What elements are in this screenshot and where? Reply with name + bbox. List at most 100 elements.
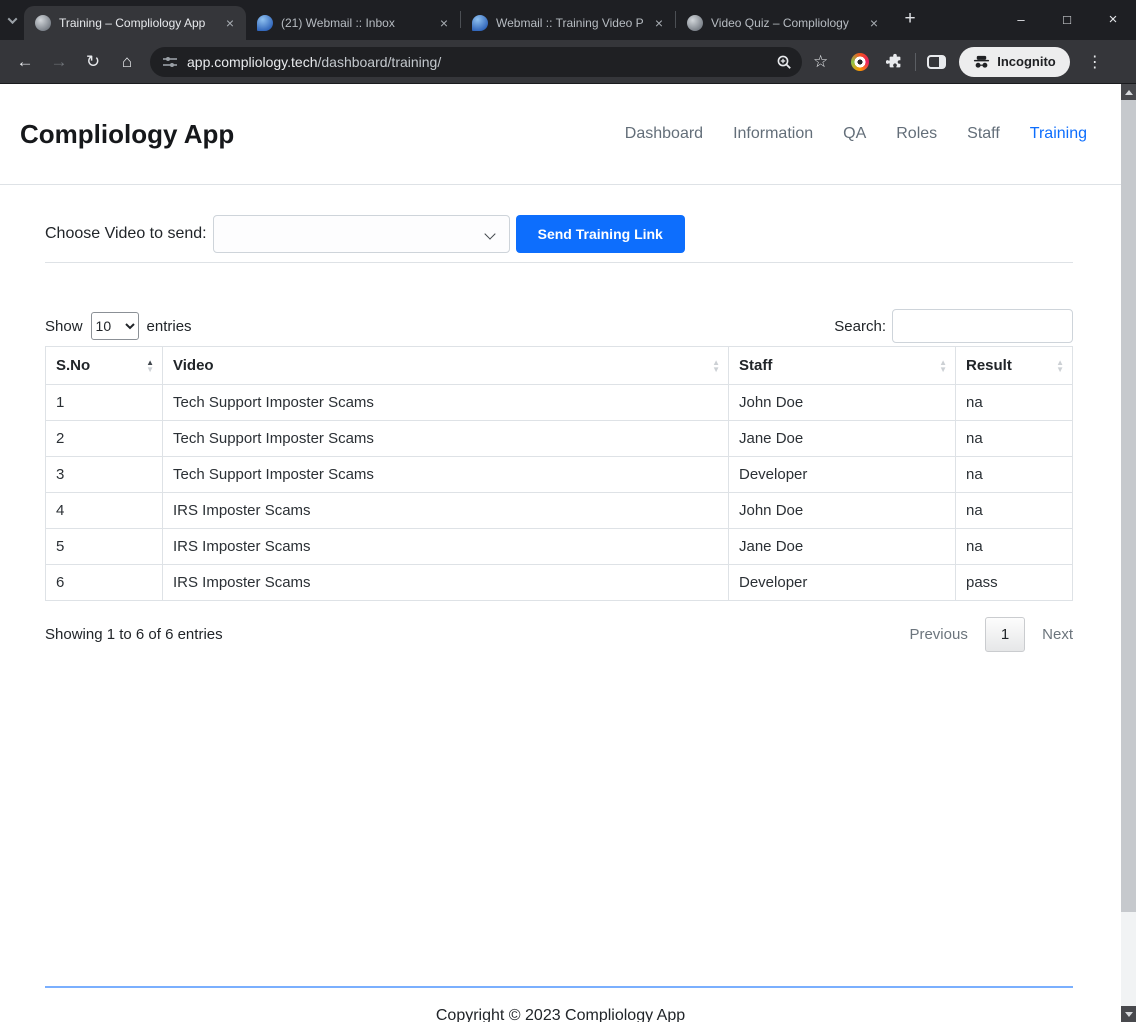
- nav-roles[interactable]: Roles: [896, 125, 937, 143]
- site-header: Compliology App Dashboard Information QA…: [0, 84, 1121, 185]
- tab-close-icon[interactable]: ×: [436, 15, 452, 31]
- choose-video-label: Choose Video to send:: [45, 224, 207, 242]
- header-video[interactable]: Video ▲ ▼: [162, 346, 729, 385]
- arrow-down-icon: [1124, 1011, 1133, 1017]
- show-label: Show: [45, 317, 83, 335]
- tab-webmail-inbox[interactable]: (21) Webmail :: Inbox ×: [246, 6, 460, 40]
- pagination: Previous 1 Next: [909, 617, 1073, 652]
- tab-close-icon[interactable]: ×: [222, 15, 238, 31]
- address-bar[interactable]: app.compliology.tech/dashboard/training/: [150, 46, 802, 77]
- tab-training-compliology[interactable]: Training – Compliology App ×: [24, 6, 246, 40]
- site-brand[interactable]: Compliology App: [20, 119, 234, 150]
- nav-qa[interactable]: QA: [843, 125, 866, 143]
- table-row: 2 Tech Support Imposter Scams Jane Doe n…: [45, 420, 1073, 457]
- incognito-label: Incognito: [997, 54, 1056, 69]
- minimize-button[interactable]: –: [998, 0, 1044, 40]
- url-path: /dashboard/training/: [317, 53, 442, 70]
- sort-icon: ▲ ▼: [712, 357, 720, 374]
- search-label: Search:: [834, 317, 886, 335]
- tab-title: Training – Compliology App: [59, 16, 206, 30]
- sort-icon: ▲ ▼: [1056, 357, 1064, 374]
- entries-select[interactable]: 10: [90, 312, 139, 340]
- incognito-icon: [974, 55, 990, 68]
- home-button[interactable]: ⌂: [110, 45, 144, 79]
- site-settings-icon[interactable]: [162, 54, 178, 70]
- tab-close-icon[interactable]: ×: [651, 15, 667, 31]
- search-input[interactable]: [892, 309, 1073, 343]
- tab-webmail-training-video[interactable]: Webmail :: Training Video P ×: [461, 6, 675, 40]
- scroll-down-button[interactable]: [1121, 1006, 1136, 1022]
- header-result[interactable]: Result ▲ ▼: [955, 346, 1073, 385]
- previous-page-button[interactable]: Previous: [909, 626, 967, 643]
- send-training-form: Choose Video to send: Send Training Link: [0, 185, 1121, 262]
- zoom-icon[interactable]: [776, 54, 792, 70]
- table-row: 3 Tech Support Imposter Scams Developer …: [45, 456, 1073, 493]
- arrow-up-icon: [1124, 89, 1133, 95]
- site-nav: Dashboard Information QA Roles Staff Tra…: [625, 125, 1087, 143]
- incognito-badge[interactable]: Incognito: [959, 46, 1070, 77]
- copyright-text: Copyright © 2023 Compliology App: [435, 1007, 686, 1022]
- page-scrollbar[interactable]: [1121, 84, 1136, 1022]
- url-domain: app.compliology.tech: [187, 53, 318, 70]
- chevron-down-icon: [483, 227, 496, 240]
- search-control: Search:: [834, 309, 1073, 343]
- url-text: app.compliology.tech/dashboard/training/: [187, 54, 767, 70]
- browser-toolbar: ← → ↻ ⌂ app.compliology.tech/dashboard/t…: [0, 40, 1136, 84]
- window-controls: – □ ×: [998, 0, 1136, 40]
- forward-button[interactable]: →: [42, 45, 76, 79]
- tab-title: Webmail :: Training Video P: [496, 16, 643, 30]
- entries-label: entries: [146, 317, 192, 335]
- header-sno[interactable]: S.No ▲ ▼: [45, 346, 163, 385]
- table-header-row: S.No ▲ ▼ Video ▲ ▼ Staff ▲ ▼ Result ▲ ▼: [45, 346, 1073, 385]
- extension-icon[interactable]: [851, 52, 870, 71]
- web-page: Compliology App Dashboard Information QA…: [0, 84, 1121, 1022]
- nav-information[interactable]: Information: [733, 125, 813, 143]
- next-page-button[interactable]: Next: [1042, 626, 1073, 643]
- bookmark-star-icon[interactable]: ☆: [813, 52, 828, 72]
- table-info: Showing 1 to 6 of 6 entries: [45, 626, 223, 643]
- page-footer: Copyright © 2023 Compliology App: [0, 986, 1121, 1022]
- browser-window: Training – Compliology App × (21) Webmai…: [0, 0, 1136, 1022]
- tab-title: Video Quiz – Compliology: [711, 16, 849, 30]
- chevron-down-icon: [7, 13, 17, 24]
- table-row: 4 IRS Imposter Scams John Doe na: [45, 492, 1073, 529]
- send-training-link-button[interactable]: Send Training Link: [515, 214, 685, 253]
- tab-strip: Training – Compliology App × (21) Webmai…: [0, 0, 1136, 40]
- header-staff[interactable]: Staff ▲ ▼: [728, 346, 956, 385]
- back-button[interactable]: ←: [8, 45, 42, 79]
- side-panel-icon[interactable]: [927, 54, 947, 69]
- training-results-table: S.No ▲ ▼ Video ▲ ▼ Staff ▲ ▼ Result ▲ ▼ …: [45, 346, 1073, 601]
- tab-close-icon[interactable]: ×: [866, 15, 882, 31]
- browser-menu-icon[interactable]: ⋮: [1081, 52, 1109, 72]
- footer-divider: [45, 986, 1073, 988]
- toolbar-divider: [915, 52, 917, 71]
- current-page-button[interactable]: 1: [984, 617, 1026, 652]
- new-tab-button[interactable]: +: [896, 6, 924, 34]
- table-row: 1 Tech Support Imposter Scams John Doe n…: [45, 384, 1073, 421]
- table-footer: Showing 1 to 6 of 6 entries Previous 1 N…: [45, 617, 1073, 652]
- table-controls: Show 10 entries Search:: [45, 309, 1073, 343]
- tab-video-quiz[interactable]: Video Quiz – Compliology ×: [676, 6, 890, 40]
- tab-title: (21) Webmail :: Inbox: [281, 16, 395, 30]
- nav-training[interactable]: Training: [1030, 125, 1087, 143]
- window-close-button[interactable]: ×: [1090, 0, 1136, 40]
- roundcube-favicon: [257, 15, 273, 31]
- extensions-puzzle-icon[interactable]: [886, 53, 904, 71]
- table-row: 6 IRS Imposter Scams Developer pass: [45, 564, 1073, 601]
- sort-icon: ▲ ▼: [146, 357, 154, 374]
- scroll-up-button[interactable]: [1121, 84, 1136, 100]
- nav-dashboard[interactable]: Dashboard: [625, 125, 703, 143]
- tab-search-button[interactable]: [0, 3, 24, 37]
- video-select[interactable]: [212, 214, 510, 253]
- page-length-control: Show 10 entries: [45, 312, 192, 340]
- table-row: 5 IRS Imposter Scams Jane Doe na: [45, 528, 1073, 565]
- nav-staff[interactable]: Staff: [967, 125, 1000, 143]
- divider: [45, 262, 1073, 263]
- scrollbar-thumb[interactable]: [1121, 100, 1136, 912]
- training-table-wrap: S.No ▲ ▼ Video ▲ ▼ Staff ▲ ▼ Result ▲ ▼ …: [45, 346, 1073, 601]
- sort-icon: ▲ ▼: [939, 357, 947, 374]
- reload-button[interactable]: ↻: [76, 45, 110, 79]
- maximize-button[interactable]: □: [1044, 0, 1090, 40]
- roundcube-favicon: [472, 15, 488, 31]
- compliology-favicon: [687, 15, 703, 31]
